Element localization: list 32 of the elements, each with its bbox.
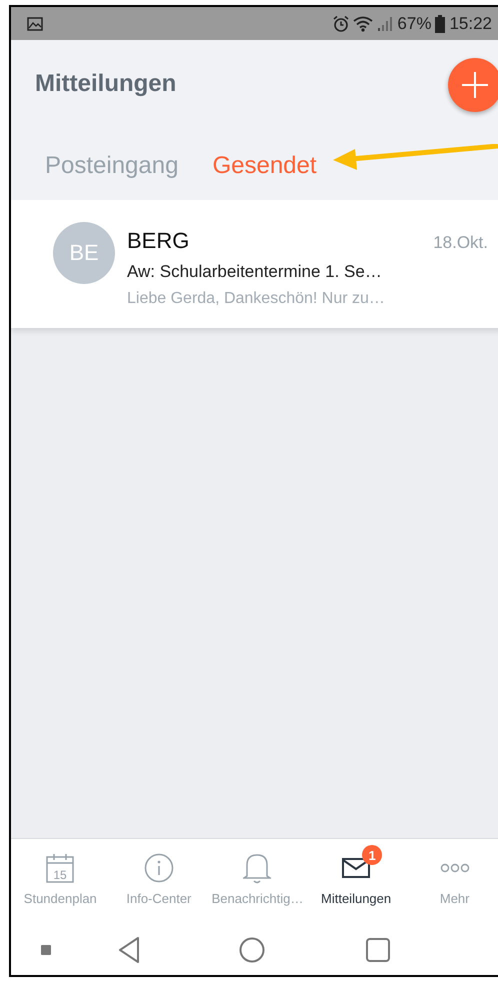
home-icon[interactable] — [239, 937, 265, 963]
avatar: BE — [53, 222, 115, 284]
sender-name: BERG — [127, 228, 190, 254]
nav-tab[interactable]: Mehr — [405, 839, 498, 925]
nav-tab[interactable]: 15 Stundenplan — [11, 839, 110, 925]
signal-icon — [377, 16, 394, 32]
more-icon — [440, 863, 470, 873]
nav-tab[interactable]: Benachrichtig… — [208, 839, 307, 925]
battery-icon — [435, 14, 446, 32]
message-preview: Liebe Gerda, Dankeschön! Nur zu… — [127, 290, 386, 308]
nav-tab[interactable]: Info-Center — [110, 839, 208, 925]
tab[interactable]: Gesendet — [212, 152, 317, 180]
mail-icon — [342, 858, 370, 878]
nav-tab[interactable]: 1 Mitteilungen — [306, 839, 406, 925]
recents-icon[interactable] — [366, 938, 390, 962]
bell-icon — [243, 852, 272, 884]
message-row[interactable]: BE BERG 18.Okt. Aw: Schularbeitentermine 1. Se… Liebe Gerda, Dankeschön! Nur zu… — [11, 200, 498, 328]
message-subject: Aw: Schularbeitentermine 1. Se… — [127, 262, 383, 282]
clock-time: 15:22 — [449, 14, 492, 34]
image-icon — [27, 16, 43, 30]
message-date: 18.Okt. — [433, 233, 488, 253]
info-icon — [144, 853, 174, 883]
plus-icon — [462, 72, 488, 98]
battery-percent: 67% — [397, 14, 432, 34]
calendar-icon: 15 — [46, 853, 74, 883]
tab[interactable]: Posteingang — [45, 152, 178, 180]
back-icon[interactable] — [118, 937, 140, 963]
page-title: Mitteilungen — [35, 70, 176, 98]
alarm-icon — [333, 15, 350, 32]
unread-badge: 1 — [362, 845, 382, 865]
compose-button[interactable] — [448, 58, 498, 112]
wifi-icon — [353, 16, 374, 32]
